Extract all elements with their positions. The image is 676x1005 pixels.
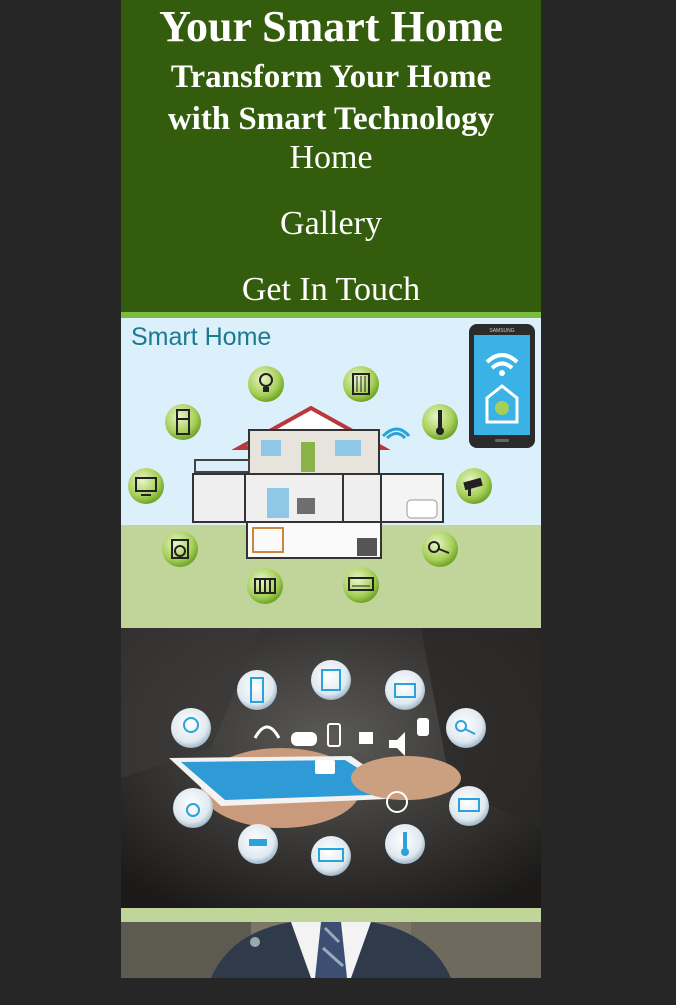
radiator-icon-2 [385,670,425,710]
thermometer-icon-2 [385,824,425,864]
nav-link-home[interactable]: Home [121,138,541,178]
database-icon [417,718,429,736]
gamepad-icon [291,732,317,746]
key-icon-2 [446,708,486,748]
tablet-smart-devices-svg [121,628,541,908]
smart-home-label: Smart Home [131,323,271,351]
tv-icon [128,468,164,504]
site-header: Your Smart Home Transform Your Home with… [121,0,541,312]
air-conditioner-icon [343,567,379,603]
smartphone-icon: SAMSUNG [469,324,535,448]
smart-home-illustration-svg: Smart Home SAMSUNG [121,318,541,628]
site-tagline: Transform Your Home with Smart Technolog… [121,56,541,140]
camera-icon [315,760,335,774]
plug-icon [359,732,373,744]
smart-home-illustration: Smart Home SAMSUNG [121,318,541,628]
phone-brand-label: SAMSUNG [489,328,514,334]
nav-link-get-in-touch[interactable]: Get In Touch [121,270,541,310]
curtain-icon-2 [311,660,351,700]
thermometer-icon [422,404,458,440]
washing-machine-icon [162,531,198,567]
page-column: Your Smart Home Transform Your Home with… [121,0,541,978]
radiator-icon [247,568,283,604]
tagline-line-1: Transform Your Home [170,59,492,95]
key-icon [422,531,458,567]
washing-machine-icon-2 [173,788,213,828]
fridge-icon-2 [237,670,277,710]
security-camera-icon [456,468,492,504]
tv-icon-2 [449,786,489,826]
site-title: Your Smart Home [159,2,503,51]
light-bulb-icon-2 [171,708,211,748]
air-conditioner-icon-2 [311,836,351,876]
tagline-line-2: with Smart Technology [167,101,495,137]
fridge-icon [165,404,201,440]
light-bulb-icon [248,366,284,402]
tablet-smart-devices-photo [121,628,541,908]
businessman-photo-svg [121,922,541,978]
security-camera-icon-2 [238,824,278,864]
businessman-photo [121,922,541,978]
curtain-icon [343,366,379,402]
nav-link-gallery[interactable]: Gallery [121,204,541,244]
